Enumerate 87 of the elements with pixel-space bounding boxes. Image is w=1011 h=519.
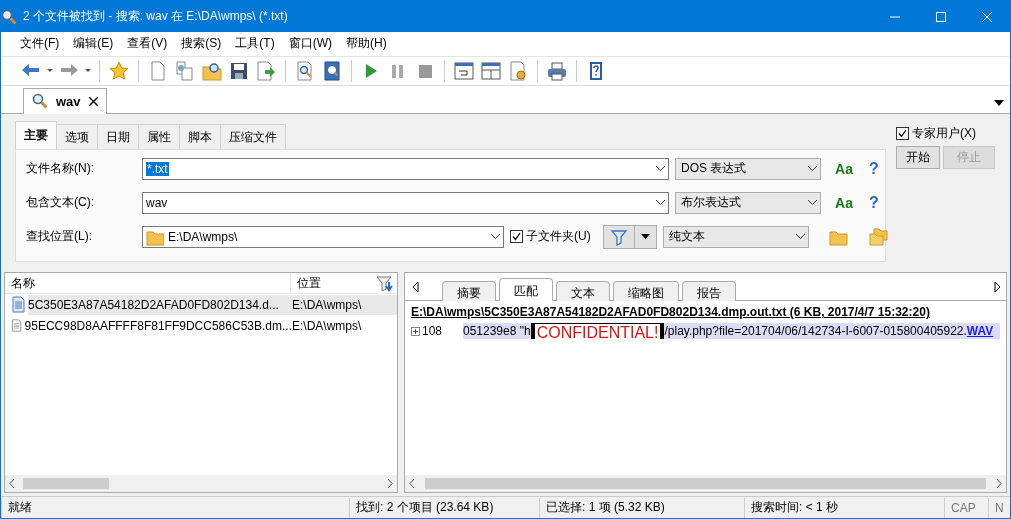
caret-icon[interactable] <box>46 67 54 75</box>
dropdown-caret-icon[interactable] <box>656 200 665 206</box>
printer-icon <box>547 60 567 81</box>
menu-item[interactable]: 搜索(S) <box>174 33 229 55</box>
menu-item[interactable]: 帮助(H) <box>339 33 394 55</box>
document-icon <box>11 296 25 314</box>
subfolders-checkbox[interactable]: 子文件夹(U) <box>510 228 591 246</box>
pages-icon <box>175 60 195 81</box>
preview-tab[interactable]: 匹配 <box>499 278 553 302</box>
menu-item[interactable]: 文件(F) <box>13 33 67 55</box>
dropdown-caret-icon[interactable] <box>795 234 805 240</box>
match-text: 051239e8 "h <box>463 324 531 339</box>
location-combo-box[interactable]: E:\DA\wmps\ <box>142 225 504 248</box>
dropdown-caret-icon[interactable] <box>656 166 665 172</box>
link[interactable]: WAV <box>966 324 994 339</box>
mode-dropdown[interactable]: 纯文本 <box>662 225 809 248</box>
field-label: 文件名称(N): <box>26 160 95 178</box>
check-icon <box>511 231 522 243</box>
preview-tab[interactable]: 报告 <box>682 281 736 302</box>
text-combo-box[interactable]: *.txt <box>142 157 669 180</box>
dropdown-caret-icon[interactable] <box>491 234 500 240</box>
window-title: 2 个文件被找到 - 搜索: wav 在 E:\DA\wmps\ (*.txt) <box>23 8 289 25</box>
help-button[interactable]: ? <box>867 193 881 212</box>
help-button[interactable]: ? <box>867 159 881 178</box>
dropdown-caret-icon[interactable] <box>808 200 817 206</box>
close-icon <box>982 11 992 22</box>
status-text: CAP <box>944 497 988 518</box>
maximize-icon <box>936 11 946 22</box>
page-search-icon <box>322 60 342 81</box>
filter-icon <box>609 227 628 246</box>
status-text: N <box>988 497 1010 518</box>
app-search-icon <box>1 8 17 25</box>
filter-button[interactable] <box>602 224 657 249</box>
scroll-right-icon[interactable] <box>994 281 1000 292</box>
field-label: 包含文本(C): <box>26 194 95 212</box>
redaction-label: CONFIDENTIAL! <box>530 323 665 340</box>
match-case-button[interactable]: Aa <box>827 194 861 211</box>
horizontal-scrollbar[interactable] <box>405 475 1006 493</box>
dropdown-caret-icon[interactable] <box>994 99 1004 106</box>
line-number: 108 <box>422 324 443 339</box>
panes-icon <box>481 60 501 81</box>
search-tab[interactable]: 主要 <box>15 120 57 149</box>
file-header: E:\DA\wmps\5C350E3A87A54182D2AFAD0FD802D134.dmp.out.txt (6 KB, 2017/4/7 15:32:20) <box>411 305 931 320</box>
folder-search-icon <box>202 60 222 81</box>
file-name[interactable]: 95ECC98D8AAFFFF8F81FF9DCC586C53B.dm... <box>24 315 292 336</box>
column-header[interactable]: 位置 <box>297 274 321 292</box>
status-text: 就绪 <box>1 497 349 518</box>
expert-checkbox[interactable]: 专家用户(X) <box>896 124 995 142</box>
status-text: 找到: 2 个项目 (23.64 KB) <box>349 497 539 518</box>
close-icon[interactable] <box>88 96 98 106</box>
match-text: /play.php?file=201704/06/142734-I-6007-015800405922. <box>664 324 967 339</box>
status-text: 搜索时间: < 1 秒 <box>744 497 944 518</box>
mode-dropdown[interactable]: DOS 表达式 <box>675 157 821 180</box>
document-tab[interactable]: wav <box>23 87 107 114</box>
file-location: E:\DA\wmps\ <box>292 294 397 315</box>
page-search-icon <box>295 60 315 81</box>
filter-sort-icon[interactable] <box>376 274 393 292</box>
search-icon <box>32 93 48 110</box>
scroll-left-icon[interactable] <box>413 281 419 292</box>
caret-icon <box>640 234 650 240</box>
check-icon <box>897 127 908 139</box>
window-icon <box>454 60 474 81</box>
menu-item[interactable]: 查看(V) <box>120 33 175 55</box>
mode-dropdown[interactable]: 布尔表达式 <box>675 191 821 214</box>
star-icon <box>109 60 129 81</box>
preview-tab[interactable]: 文本 <box>556 281 610 302</box>
caret-icon[interactable] <box>84 67 92 75</box>
search-tab[interactable]: 压缩文件 <box>220 123 286 149</box>
start-button[interactable]: 开始 <box>896 145 940 169</box>
expand-icon[interactable] <box>411 326 420 336</box>
status-text: 已选择: 1 项 (5.32 KB) <box>539 497 744 518</box>
menu-item[interactable]: 工具(T) <box>228 33 282 55</box>
document-icon <box>11 317 22 335</box>
preview-tab[interactable]: 摘要 <box>442 281 496 302</box>
match-case-button[interactable]: Aa <box>827 160 861 177</box>
field-label: 查找位置(L): <box>26 228 93 246</box>
menu-item[interactable]: 窗口(W) <box>281 33 339 55</box>
page-icon <box>148 60 168 81</box>
preview-tab[interactable]: 缩略图 <box>613 281 679 302</box>
horizontal-scrollbar[interactable] <box>5 475 397 493</box>
menu-item[interactable]: 编辑(E) <box>66 33 121 55</box>
file-name[interactable]: 5C350E3A87A54182D2AFAD0FD802D134.d... <box>28 294 292 315</box>
text-combo-box[interactable]: wav <box>142 191 669 214</box>
page-arrow-icon <box>256 60 276 81</box>
column-header[interactable]: 名称 <box>5 273 291 294</box>
dropdown-caret-icon[interactable] <box>808 166 817 172</box>
file-location: E:\DA\wmps\ <box>292 317 363 335</box>
